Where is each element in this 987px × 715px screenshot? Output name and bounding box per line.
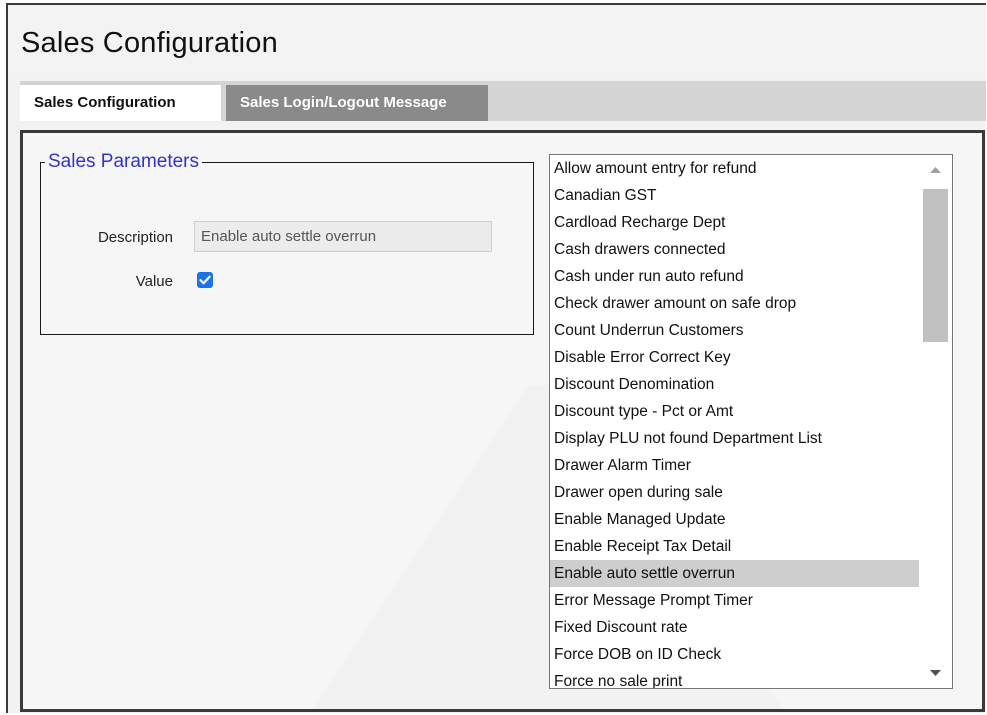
app-frame: Sales Configuration Sales Configuration … — [6, 3, 986, 713]
content-panel: Sales Parameters Description Value Allow… — [20, 130, 985, 712]
page-title: Sales Configuration — [21, 27, 278, 59]
list-item[interactable]: Enable Receipt Tax Detail — [550, 533, 920, 560]
list-item[interactable]: Check drawer amount on safe drop — [550, 290, 920, 317]
parameters-list: Allow amount entry for refund Canadian GS… — [550, 155, 920, 688]
scroll-thumb[interactable] — [923, 189, 948, 342]
list-item[interactable]: Allow amount entry for refund — [550, 155, 920, 182]
checkmark-icon — [199, 275, 211, 285]
scroll-up-button[interactable] — [919, 159, 952, 179]
tab-strip: Sales Configuration Sales Login/Logout M… — [20, 81, 986, 121]
tab-sales-login-logout-message[interactable]: Sales Login/Logout Message — [226, 85, 488, 121]
list-item[interactable]: Enable auto settle overrun — [550, 560, 920, 587]
list-item[interactable]: Discount type - Pct or Amt — [550, 398, 920, 425]
sales-parameters-group: Sales Parameters Description Value — [40, 151, 534, 335]
list-item[interactable]: Enable Managed Update — [550, 506, 920, 533]
list-item[interactable]: Cardload Recharge Dept — [550, 209, 920, 236]
list-item[interactable]: Fixed Discount rate — [550, 614, 920, 641]
listbox-scrollbar[interactable] — [919, 155, 952, 688]
list-item[interactable]: Discount Denomination — [550, 371, 920, 398]
list-item[interactable]: Cash drawers connected — [550, 236, 920, 263]
arrow-down-icon — [930, 670, 941, 676]
list-item[interactable]: Canadian GST — [550, 182, 920, 209]
list-item[interactable]: Force no sale print — [550, 668, 920, 688]
list-item[interactable]: Count Underrun Customers — [550, 317, 920, 344]
value-checkbox[interactable] — [197, 272, 213, 288]
arrow-up-icon — [930, 167, 941, 173]
list-item[interactable]: Disable Error Correct Key — [550, 344, 920, 371]
tab-sales-configuration[interactable]: Sales Configuration — [20, 85, 221, 121]
value-label: Value — [135, 273, 173, 290]
list-item[interactable]: Cash under run auto refund — [550, 263, 920, 290]
list-item[interactable]: Drawer open during sale — [550, 479, 920, 506]
sales-parameters-legend: Sales Parameters — [48, 151, 200, 172]
list-item[interactable]: Drawer Alarm Timer — [550, 452, 920, 479]
list-item[interactable]: Display PLU not found Department List — [550, 425, 920, 452]
description-label: Description — [97, 229, 173, 246]
list-item[interactable]: Force DOB on ID Check — [550, 641, 920, 668]
scroll-down-button[interactable] — [919, 664, 952, 684]
parameters-listbox[interactable]: Allow amount entry for refund Canadian GS… — [549, 154, 953, 689]
list-item[interactable]: Error Message Prompt Timer — [550, 587, 920, 614]
description-field[interactable] — [194, 221, 492, 252]
